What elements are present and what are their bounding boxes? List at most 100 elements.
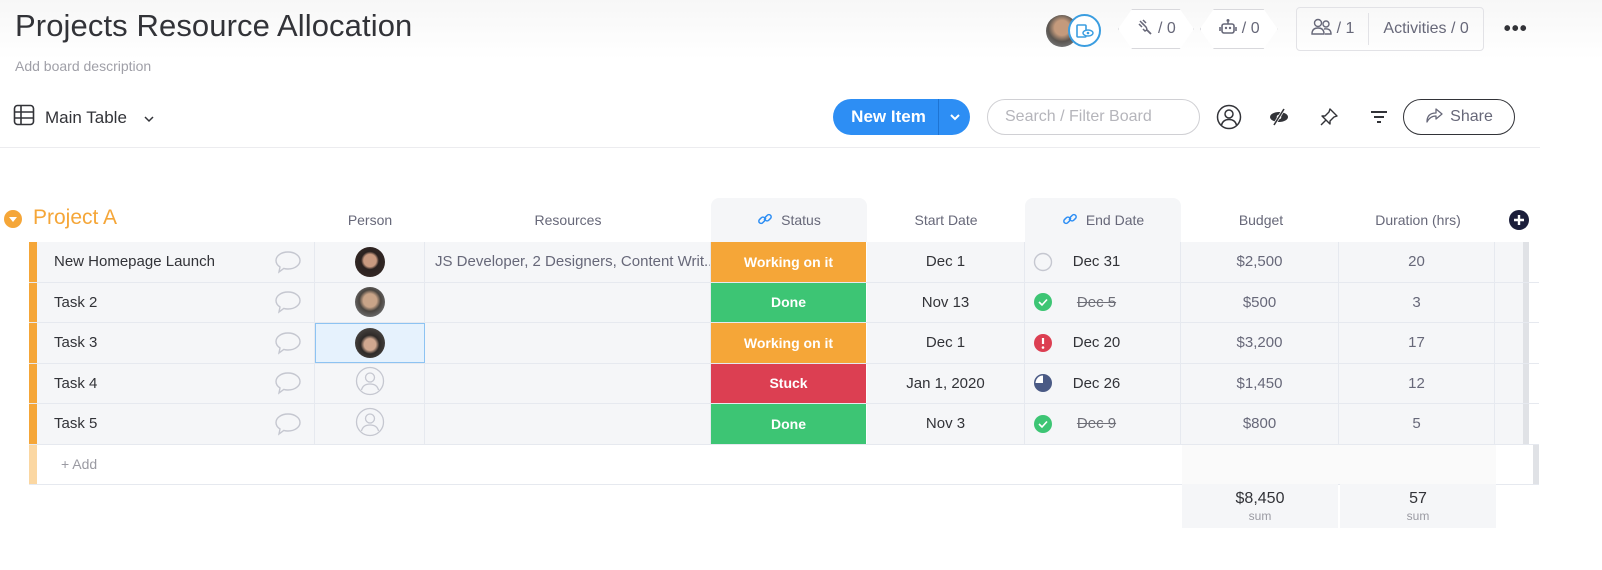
share-button[interactable]: Share [1403, 99, 1515, 135]
link-icon [1062, 211, 1078, 230]
start-date-cell[interactable]: Dec 1 [867, 323, 1025, 363]
status-cell[interactable]: Working on it [711, 242, 867, 282]
column-header-end-date[interactable]: End Date [1025, 198, 1181, 242]
avatar[interactable] [355, 327, 385, 358]
duration-cell[interactable]: 3 [1339, 282, 1495, 322]
resources-cell[interactable] [425, 323, 711, 363]
status-cell[interactable]: Done [711, 404, 867, 444]
resources-cell[interactable]: JS Developer, 2 Designers, Content Writ.… [425, 242, 711, 282]
summary-row: $8,450 sum 57 sum [1182, 484, 1496, 528]
board-description[interactable]: Add board description [15, 58, 151, 74]
status-cell[interactable]: Done [711, 282, 867, 322]
person-cell[interactable] [315, 242, 425, 282]
table-row: Task 5 Done Nov 3 Dec 9 $800 5 [29, 404, 1539, 445]
integrations-icon [1136, 18, 1154, 41]
new-item-button[interactable]: New Item [833, 99, 970, 135]
budget-cell[interactable]: $500 [1181, 282, 1339, 322]
duration-sum-label: sum [1406, 508, 1430, 523]
end-date-cell[interactable]: Dec 9 [1025, 404, 1181, 444]
column-header-person[interactable]: Person [315, 198, 425, 242]
person-cell[interactable] [315, 404, 425, 444]
members-button[interactable]: / 1 [1297, 8, 1369, 50]
view-selector[interactable]: Main Table [13, 104, 155, 131]
item-name[interactable]: Task 5 [54, 415, 97, 432]
avatar[interactable] [354, 287, 385, 318]
updates-icon[interactable] [274, 250, 302, 274]
start-date-cell[interactable]: Nov 13 [867, 282, 1025, 322]
share-arrow-icon [1425, 107, 1443, 128]
person-cell[interactable] [315, 282, 425, 322]
item-name-cell[interactable]: Task 2 [37, 282, 315, 322]
person-filter-icon[interactable] [1216, 104, 1242, 130]
updates-icon[interactable] [274, 371, 302, 395]
budget-cell[interactable]: $1,450 [1181, 363, 1339, 403]
new-item-dropdown[interactable] [938, 99, 970, 135]
item-name[interactable]: Task 2 [54, 294, 97, 311]
start-date-cell[interactable]: Dec 1 [867, 242, 1025, 282]
resources-cell[interactable] [425, 282, 711, 322]
item-name-cell[interactable]: New Homepage Launch [37, 242, 315, 282]
item-name-cell[interactable]: Task 4 [37, 363, 315, 403]
add-item-row[interactable]: + Add [29, 444, 1539, 485]
check-circle-icon [1033, 414, 1053, 434]
item-name[interactable]: Task 3 [54, 334, 97, 351]
integrations-button[interactable]: / 0 [1118, 9, 1194, 49]
avatar[interactable] [354, 246, 385, 277]
start-date-cell[interactable]: Jan 1, 2020 [867, 363, 1025, 403]
updates-icon[interactable] [274, 412, 302, 436]
item-name[interactable]: New Homepage Launch [54, 253, 215, 270]
end-date-cell[interactable]: Dec 26 [1025, 363, 1181, 403]
column-header-duration[interactable]: Duration (hrs) [1340, 198, 1496, 242]
alert-circle-icon [1033, 333, 1053, 353]
hide-columns-icon[interactable] [1266, 104, 1292, 130]
budget-cell[interactable]: $3,200 [1181, 323, 1339, 363]
updates-icon[interactable] [274, 290, 302, 314]
sort-filter-icon[interactable] [1366, 104, 1392, 130]
column-header-resources[interactable]: Resources [425, 198, 711, 242]
board-toolbar: Main Table New Item Sh [0, 98, 1540, 148]
end-date-cell[interactable]: Dec 31 [1025, 242, 1181, 282]
person-cell[interactable] [315, 363, 425, 403]
end-date-cell[interactable]: Dec 20 [1025, 323, 1181, 363]
more-options-button[interactable]: ••• [1504, 18, 1528, 41]
search-input[interactable] [987, 99, 1200, 135]
subscribers[interactable] [1046, 11, 1106, 47]
pin-icon[interactable] [1316, 104, 1342, 130]
person-cell[interactable] [315, 323, 425, 363]
group-title[interactable]: Project A [33, 206, 117, 230]
updates-icon[interactable] [274, 331, 302, 355]
duration-cell[interactable]: 5 [1339, 404, 1495, 444]
duration-cell[interactable]: 20 [1339, 242, 1495, 282]
new-item-label[interactable]: New Item [833, 107, 938, 127]
column-header-budget[interactable]: Budget [1182, 198, 1340, 242]
activities-button[interactable]: Activities / 0 [1369, 8, 1482, 50]
board-title[interactable]: Projects Resource Allocation [15, 8, 412, 44]
collapse-group-icon[interactable] [4, 210, 22, 228]
column-header-status[interactable]: Status [711, 198, 867, 242]
duration-cell[interactable]: 17 [1339, 323, 1495, 363]
end-date-cell[interactable]: Dec 5 [1025, 282, 1181, 322]
start-date-cell[interactable]: Nov 3 [867, 404, 1025, 444]
column-header-label: End Date [1085, 212, 1145, 228]
status-cell[interactable]: Working on it [711, 323, 867, 363]
end-date-text: Dec 9 [1076, 415, 1117, 433]
empty-person-icon[interactable] [355, 366, 385, 400]
add-column-icon[interactable] [1509, 210, 1529, 230]
resources-cell[interactable] [425, 404, 711, 444]
group-color-bar [29, 444, 37, 484]
column-header-start-date[interactable]: Start Date [867, 198, 1025, 242]
resources-cell[interactable] [425, 363, 711, 403]
budget-cell[interactable]: $800 [1181, 404, 1339, 444]
item-name[interactable]: Task 4 [54, 375, 97, 392]
board-watchers-icon[interactable] [1068, 14, 1101, 47]
item-name-cell[interactable]: Task 5 [37, 404, 315, 444]
status-cell[interactable]: Stuck [711, 363, 867, 403]
budget-cell[interactable]: $2,500 [1181, 242, 1339, 282]
automations-button[interactable]: / 0 [1200, 9, 1278, 49]
row-end-cell [1495, 363, 1529, 403]
duration-cell[interactable]: 12 [1339, 363, 1495, 403]
item-name-cell[interactable]: Task 3 [37, 323, 315, 363]
table-row: Task 4 Stuck Jan 1, 2020 Dec 26 $1,450 12 [29, 363, 1539, 404]
empty-person-icon[interactable] [355, 407, 385, 441]
group-header: Project A Person Resources Status Start … [0, 198, 1540, 242]
